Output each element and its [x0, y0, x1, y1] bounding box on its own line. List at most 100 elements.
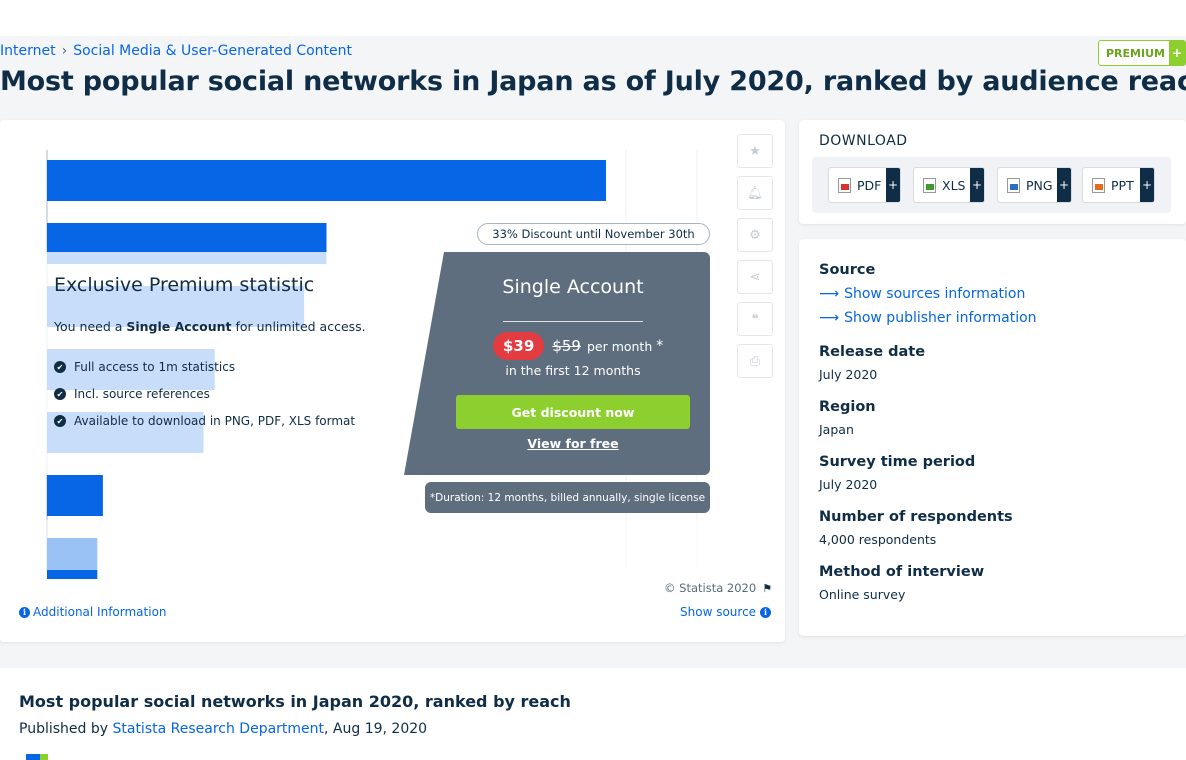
quote-icon[interactable]: ❝	[737, 302, 773, 336]
copyright-text: © Statista 2020	[664, 581, 757, 595]
premium-button[interactable]: PREMIUM +	[1098, 40, 1186, 66]
price-asterisk: *	[656, 338, 664, 354]
breadcrumb-item-internet[interactable]: Internet	[0, 43, 56, 59]
gear-icon[interactable]: ⚙	[737, 218, 773, 252]
chart-toolbar: ★ 🔔︎ ⚙ ⋖ ❝ ⎙	[737, 134, 773, 386]
price-row: $39 $59 per month *	[493, 332, 663, 360]
premium-overlay: Exclusive Premium statistic You need a S…	[34, 252, 710, 475]
download-card: DOWNLOAD PDF + XLS + PNG + PPT +	[799, 120, 1186, 224]
published-date: , Aug 19, 2020	[324, 721, 428, 737]
additional-information-link[interactable]: i Additional Information	[19, 605, 167, 619]
additional-information-label: Additional Information	[33, 605, 167, 619]
region-heading: Region	[819, 399, 876, 415]
check-icon: ✔	[54, 388, 66, 400]
interview-method-heading: Method of interview	[819, 564, 985, 580]
survey-period-heading: Survey time period	[819, 454, 976, 470]
breadcrumb-item-social-media[interactable]: Social Media & User-Generated Content	[73, 43, 352, 59]
respondents-value: 4,000 respondents	[819, 532, 937, 547]
view-for-free-link[interactable]: View for free	[444, 436, 702, 451]
publisher-link[interactable]: Statista Research Department	[112, 721, 324, 737]
pdf-file-icon	[838, 177, 851, 193]
share-icon[interactable]: ⋖	[737, 260, 773, 294]
plus-icon: +	[970, 168, 984, 202]
show-source-link[interactable]: Show source i	[680, 605, 772, 619]
feature-label: Full access to 1m statistics	[74, 360, 236, 374]
download-ppt-button[interactable]: PPT +	[1082, 167, 1155, 203]
xls-file-icon	[923, 177, 936, 193]
release-date-value: July 2020	[819, 367, 878, 382]
flag-icon[interactable]: ⚑	[762, 582, 772, 595]
show-sources-label: Show sources information	[844, 286, 1026, 302]
discount-banner[interactable]: 33% Discount until November 30th	[477, 223, 710, 245]
get-discount-button[interactable]: Get discount now	[456, 395, 690, 429]
download-pdf-button[interactable]: PDF +	[828, 167, 901, 203]
overlay-need-text: You need a Single Account for unlimited …	[54, 319, 366, 334]
bell-icon[interactable]: 🔔︎	[737, 176, 773, 210]
release-date-heading: Release date	[819, 344, 926, 360]
price-period: per month	[586, 338, 653, 354]
page-title: Most popular social networks in Japan as…	[0, 66, 1186, 97]
plus-icon: +	[1169, 41, 1185, 65]
price-new: $39	[493, 332, 545, 360]
need-prefix: You need a	[54, 319, 127, 334]
overlay-title: Exclusive Premium statistic	[54, 274, 315, 296]
top-navigation-bar	[0, 0, 1186, 36]
arrow-right-icon: ⟶	[819, 286, 840, 302]
statistic-details-card: Source ⟶ Show sources information ⟶ Show p…	[799, 239, 1186, 636]
chart-fade	[0, 520, 785, 570]
plus-icon	[40, 754, 48, 760]
show-publisher-label: Show publisher information	[844, 310, 1037, 326]
download-label: PNG	[1026, 177, 1053, 193]
bar	[47, 160, 606, 201]
interview-method-value: Online survey	[819, 587, 906, 602]
ppt-file-icon	[1092, 177, 1105, 193]
feature-item: ✔ Incl. source references	[54, 387, 210, 401]
breadcrumb-separator: ›	[61, 43, 68, 59]
arrow-right-icon: ⟶	[819, 310, 840, 326]
star-icon[interactable]: ★	[737, 134, 773, 168]
duration-note: *Duration: 12 months, billed annually, s…	[425, 482, 710, 513]
need-suffix: for unlimited access.	[231, 319, 366, 334]
check-icon: ✔	[54, 415, 66, 427]
published-by: Published by Statista Research Departmen…	[19, 721, 427, 737]
need-bold: Single Account	[126, 319, 232, 334]
download-xls-button[interactable]: XLS +	[913, 167, 985, 203]
plus-icon: +	[1057, 168, 1071, 202]
price-old: $59	[552, 337, 581, 355]
print-icon[interactable]: ⎙	[737, 344, 773, 378]
plus-icon: +	[886, 168, 900, 202]
download-png-button[interactable]: PNG +	[997, 167, 1072, 203]
account-title: Single Account	[502, 276, 644, 298]
png-file-icon	[1007, 177, 1020, 193]
region-value: Japan	[819, 422, 854, 437]
feature-label: Available to download in PNG, PDF, XLS f…	[74, 414, 356, 428]
published-prefix: Published by	[19, 721, 113, 737]
copyright: © Statista 2020 ⚑	[664, 581, 772, 595]
description-card: Most popular social networks in Japan 20…	[0, 668, 1186, 760]
download-label: PDF	[857, 177, 882, 193]
download-label: XLS	[942, 177, 966, 193]
feature-label: Incl. source references	[74, 387, 210, 401]
feature-item: ✔ Available to download in PNG, PDF, XLS …	[54, 414, 355, 428]
description-title: Most popular social networks in Japan 20…	[19, 692, 571, 711]
bar	[47, 475, 103, 516]
info-icon: i	[760, 606, 772, 618]
respondents-heading: Number of respondents	[819, 509, 1013, 525]
download-label: PPT	[1111, 177, 1134, 193]
show-sources-link[interactable]: ⟶ Show sources information	[819, 286, 1025, 302]
source-heading: Source	[819, 262, 876, 278]
show-publisher-link[interactable]: ⟶ Show publisher information	[819, 310, 1037, 326]
chart-card: 33% Discount until November 30th Exclusi…	[0, 120, 785, 642]
premium-label: PREMIUM	[1106, 46, 1165, 60]
plus-icon: +	[1140, 168, 1154, 202]
download-strip: PDF + XLS + PNG + PPT +	[812, 157, 1171, 213]
show-source-label: Show source	[680, 605, 757, 619]
related-icons	[26, 754, 48, 760]
breadcrumb: Internet › Social Media & User-Generated…	[0, 43, 352, 59]
download-title: DOWNLOAD	[819, 133, 908, 149]
price-note: in the first 12 months	[505, 363, 641, 378]
survey-period-value: July 2020	[819, 477, 878, 492]
check-icon: ✔	[54, 361, 66, 373]
chart-type-icon	[26, 754, 40, 760]
divider	[503, 321, 643, 322]
